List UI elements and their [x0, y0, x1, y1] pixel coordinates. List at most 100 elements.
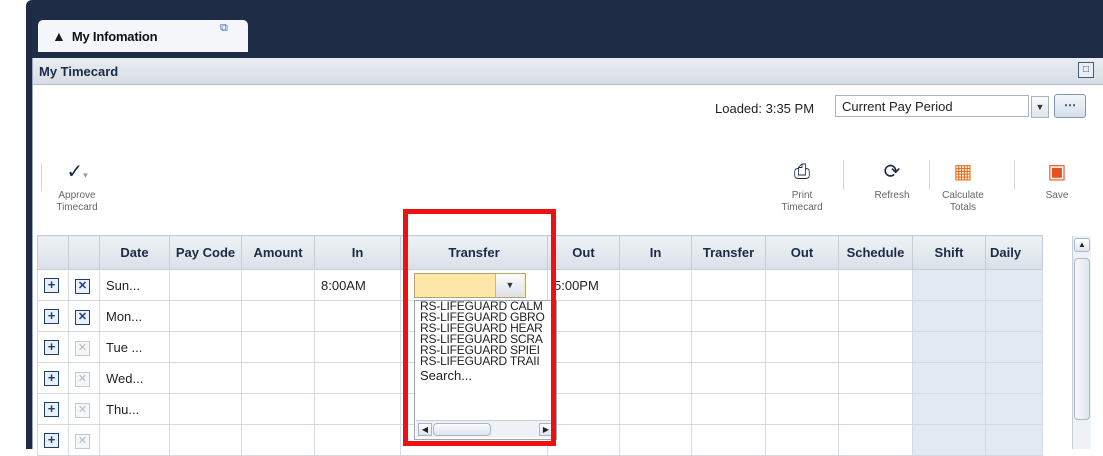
- in-cell[interactable]: [619, 393, 692, 425]
- delete-row-button[interactable]: ✕: [75, 309, 90, 325]
- date-cell[interactable]: Sun...: [99, 269, 170, 301]
- in-cell[interactable]: [314, 424, 401, 456]
- pay-code-cell[interactable]: [169, 393, 242, 425]
- maximize-icon[interactable]: □: [1078, 62, 1094, 78]
- amount-cell[interactable]: [241, 424, 315, 456]
- out-cell[interactable]: 5:00PM: [547, 269, 620, 301]
- in-cell[interactable]: [619, 362, 692, 394]
- transfer-cell[interactable]: [691, 424, 766, 456]
- amount-cell[interactable]: [241, 393, 315, 425]
- add-row-button[interactable]: +: [44, 278, 59, 293]
- transfer-cell[interactable]: [691, 269, 766, 301]
- out-cell[interactable]: [765, 362, 839, 394]
- column-header-amount[interactable]: Amount: [241, 235, 315, 270]
- schedule-cell[interactable]: [838, 362, 913, 394]
- calendar-icon[interactable]: ⋯: [1054, 94, 1086, 118]
- add-row-button[interactable]: +: [44, 309, 59, 324]
- out-cell[interactable]: [765, 331, 839, 363]
- transfer-cell[interactable]: [691, 300, 766, 332]
- date-cell[interactable]: Tue ...: [99, 331, 170, 363]
- amount-cell[interactable]: [241, 331, 315, 363]
- out-cell[interactable]: [547, 393, 620, 425]
- out-cell[interactable]: [765, 424, 839, 456]
- column-header-schedule[interactable]: Schedule: [838, 235, 913, 270]
- out-cell[interactable]: [765, 393, 839, 425]
- transfer-search-option[interactable]: Search...: [415, 368, 556, 383]
- popout-icon[interactable]: ⧉: [220, 22, 228, 35]
- out-cell[interactable]: [547, 331, 620, 363]
- transfer-option[interactable]: RS-LIFEGUARD TRAII: [415, 355, 556, 367]
- amount-cell[interactable]: [241, 269, 315, 301]
- add-row-button[interactable]: +: [44, 433, 59, 448]
- delete-row-button[interactable]: ✕: [75, 278, 90, 294]
- scroll-right-icon[interactable]: ▶: [539, 423, 553, 436]
- loaded-time: Loaded: 3:35 PM: [715, 101, 815, 116]
- add-row-button[interactable]: +: [44, 371, 59, 386]
- date-cell[interactable]: Thu...: [99, 393, 170, 425]
- pay-code-cell[interactable]: [169, 362, 242, 394]
- out-cell[interactable]: [547, 424, 620, 456]
- in-cell[interactable]: 8:00AM: [314, 269, 401, 301]
- pay-code-cell[interactable]: [169, 424, 242, 456]
- schedule-cell[interactable]: [838, 269, 913, 301]
- scroll-up-icon[interactable]: ▲: [1074, 238, 1090, 252]
- out-cell[interactable]: [547, 362, 620, 394]
- approve-timecard-button[interactable]: ✓▾ Approve Timecard: [55, 160, 99, 214]
- amount-cell[interactable]: [241, 300, 315, 332]
- dropdown-horizontal-scrollbar[interactable]: ◀ ▶: [416, 420, 555, 437]
- grid-vertical-scrollbar[interactable]: ▲: [1072, 236, 1091, 449]
- refresh-icon: ⟳: [883, 161, 901, 183]
- scroll-thumb[interactable]: [1074, 258, 1090, 420]
- column-header-daily[interactable]: Daily: [985, 235, 1043, 270]
- delete-row-button-disabled: ✕: [75, 433, 90, 449]
- in-cell[interactable]: [619, 424, 692, 456]
- schedule-cell[interactable]: [838, 424, 913, 456]
- chevron-down-icon[interactable]: ▼: [1031, 96, 1049, 118]
- date-cell[interactable]: [99, 424, 170, 456]
- out-cell[interactable]: [765, 300, 839, 332]
- in-cell[interactable]: [619, 331, 692, 363]
- tab-my-information[interactable]: ▲ My Infomation ⧉: [38, 20, 248, 52]
- save-button[interactable]: ▣ Save: [1035, 160, 1079, 202]
- in-cell[interactable]: [314, 393, 401, 425]
- transfer-cell[interactable]: [691, 331, 766, 363]
- in-cell[interactable]: [619, 269, 692, 301]
- transfer-cell[interactable]: [691, 393, 766, 425]
- scroll-left-icon[interactable]: ◀: [418, 423, 432, 436]
- column-header-in[interactable]: In: [314, 235, 401, 270]
- date-cell[interactable]: Mon...: [99, 300, 170, 332]
- out-cell[interactable]: [765, 269, 839, 301]
- in-cell[interactable]: [314, 362, 401, 394]
- column-header-transfer-2[interactable]: Transfer: [691, 235, 766, 270]
- column-header-pay-code[interactable]: Pay Code: [169, 235, 242, 270]
- in-cell[interactable]: [314, 331, 401, 363]
- shift-cell: [912, 393, 986, 425]
- column-header-in-2[interactable]: In: [619, 235, 692, 270]
- column-header-out-2[interactable]: Out: [765, 235, 839, 270]
- pay-code-cell[interactable]: [169, 300, 242, 332]
- schedule-cell[interactable]: [838, 331, 913, 363]
- column-header-shift[interactable]: Shift: [912, 235, 986, 270]
- pay-code-cell[interactable]: [169, 269, 242, 301]
- print-timecard-button[interactable]: ⎙ Print Timecard: [778, 160, 826, 214]
- pay-period-select[interactable]: Current Pay Period: [835, 95, 1029, 117]
- chevron-down-icon[interactable]: ▼: [495, 274, 524, 297]
- schedule-cell[interactable]: [838, 393, 913, 425]
- column-header-transfer[interactable]: Transfer: [400, 235, 548, 270]
- column-header-out[interactable]: Out: [547, 235, 620, 270]
- calculate-totals-button[interactable]: ▦ Calculate Totals: [938, 160, 988, 214]
- pay-code-cell[interactable]: [169, 331, 242, 363]
- add-row-button[interactable]: +: [44, 340, 59, 355]
- in-cell[interactable]: [314, 300, 401, 332]
- delete-row-button-disabled: ✕: [75, 371, 90, 387]
- add-row-button[interactable]: +: [44, 402, 59, 417]
- in-cell[interactable]: [619, 300, 692, 332]
- amount-cell[interactable]: [241, 362, 315, 394]
- schedule-cell[interactable]: [838, 300, 913, 332]
- refresh-button[interactable]: ⟳ Refresh: [868, 160, 916, 202]
- column-header-date[interactable]: Date: [99, 235, 170, 270]
- transfer-cell[interactable]: [691, 362, 766, 394]
- out-cell[interactable]: [547, 300, 620, 332]
- date-cell[interactable]: Wed...: [99, 362, 170, 394]
- scroll-thumb[interactable]: [433, 423, 491, 436]
